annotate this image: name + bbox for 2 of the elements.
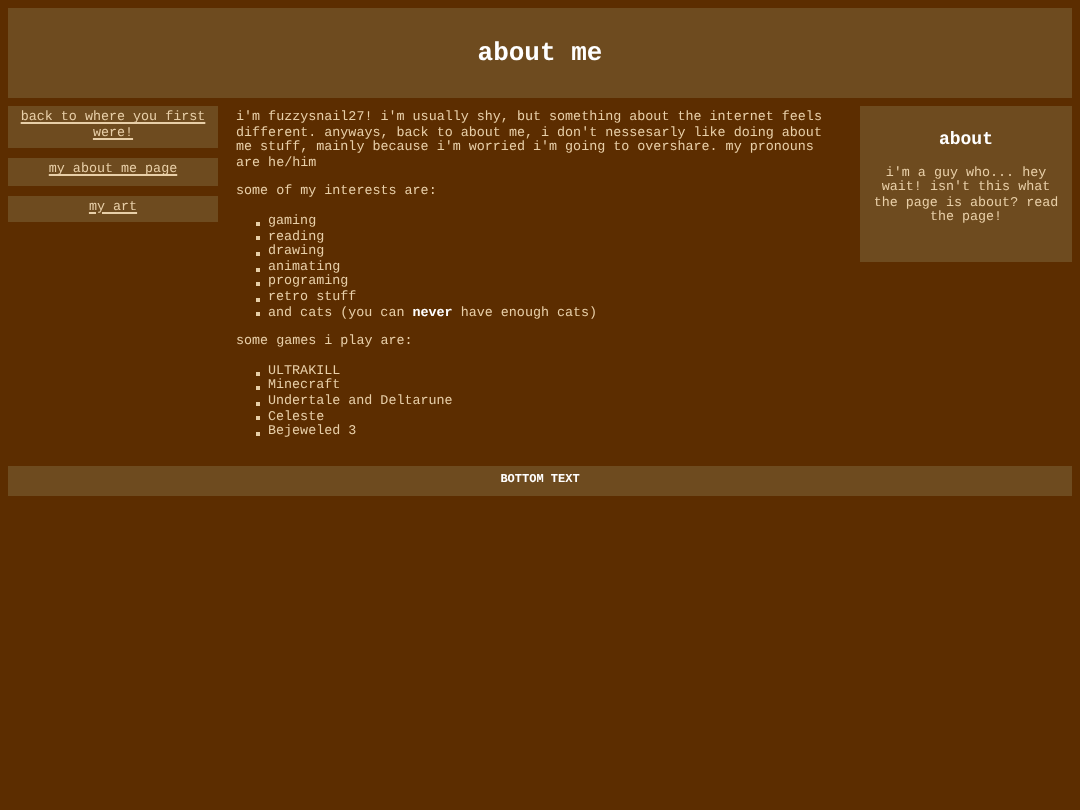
page-title: about me [477, 45, 603, 61]
panel-title: about [936, 134, 995, 150]
